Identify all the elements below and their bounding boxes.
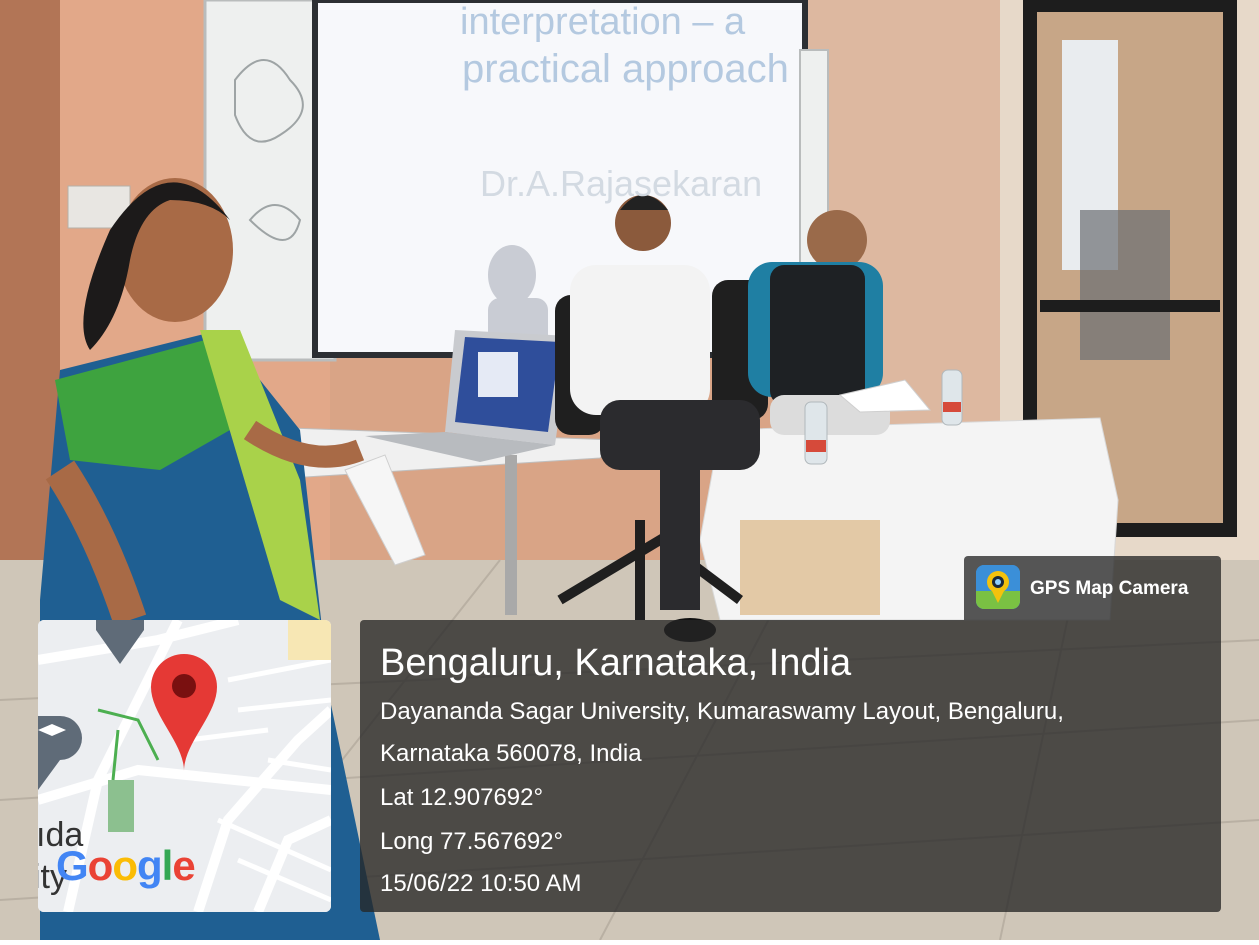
slide-presenter: Dr.A.Rajasekaran (480, 163, 762, 204)
address-line-1: Dayananda Sagar University, Kumaraswamy … (380, 698, 1064, 725)
man-white-shirt (570, 265, 710, 415)
longitude-text: Long 77.567692° (380, 828, 564, 855)
gps-map-camera-app-icon (976, 565, 1020, 609)
location-title: Bengaluru, Karnataka, India (380, 642, 852, 684)
gps-map-camera-label: GPS Map Camera (1030, 578, 1189, 599)
photo-scene: interpretation – a practical approach Dr… (0, 0, 1259, 941)
location-info-panel: Bengaluru, Karnataka, India Dayananda Sa… (360, 620, 1221, 912)
slide-line1: interpretation – a (460, 1, 746, 43)
slide-line2: practical approach (462, 47, 789, 91)
gps-map-camera-badge: GPS Map Camera (964, 556, 1221, 620)
datetime-text: 15/06/22 10:50 AM (380, 870, 582, 897)
address-line-2: Karnataka 560078, India (380, 740, 642, 767)
latitude-text: Lat 12.907692° (380, 784, 544, 811)
map-thumbnail: ıda sity Google (38, 620, 331, 912)
google-logo: Google (56, 842, 196, 889)
